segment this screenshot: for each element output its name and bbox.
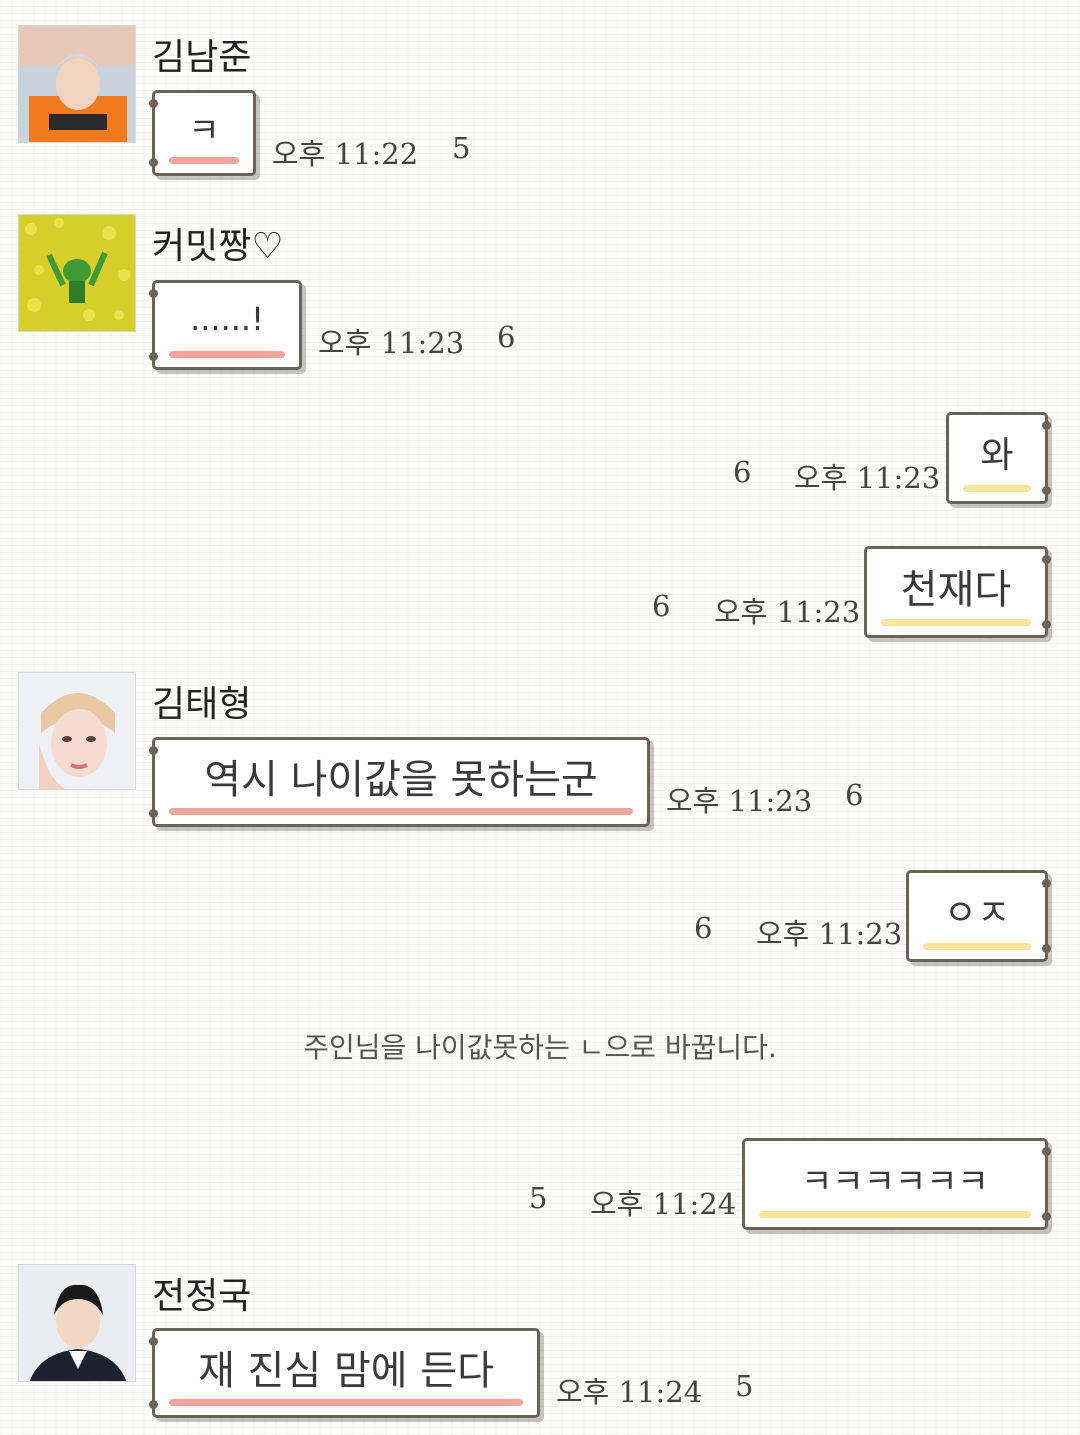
message-bubble[interactable]: 재 진심 맘에 든다: [149, 1328, 540, 1418]
message-bubble[interactable]: ㅋㅋㅋㅋㅋㅋ: [742, 1138, 1051, 1230]
message-text: ㅋ: [188, 110, 220, 151]
message-time: 오후 11:23: [756, 917, 903, 951]
message-bubble[interactable]: 천재다: [864, 546, 1051, 638]
message-bubble[interactable]: ㅋ: [149, 90, 256, 176]
avatar-kim-namjoon[interactable]: [18, 25, 136, 143]
message-time: 오후 11:24: [556, 1375, 703, 1409]
unread-count: 6: [497, 320, 516, 354]
avatar-image: [19, 1265, 135, 1381]
unread-count: 6: [845, 778, 864, 812]
message-text: 재 진심 맘에 든다: [198, 1348, 494, 1394]
message-time: 오후 11:24: [590, 1187, 737, 1221]
message-text: 역시 나이값을 못하는군: [204, 757, 598, 803]
message-text: ......!: [190, 300, 264, 338]
unread-count: 5: [529, 1181, 548, 1215]
message-time: 오후 11:23: [794, 461, 941, 495]
avatar-jeon-jungkook[interactable]: [18, 1264, 136, 1382]
message-time: 오후 11:22: [272, 137, 419, 171]
message-text: ㅇㅈ: [943, 893, 1011, 934]
sender-name: 커밋짱♡: [152, 226, 284, 267]
message-time: 오후 11:23: [666, 784, 813, 818]
sender-name: 김태형: [152, 684, 252, 725]
unread-count: 5: [735, 1369, 754, 1403]
message-bubble[interactable]: 와: [946, 412, 1051, 504]
avatar-image: [19, 215, 135, 331]
avatar-kermit[interactable]: [18, 214, 136, 332]
avatar-image: [19, 673, 135, 789]
message-time: 오후 11:23: [318, 326, 465, 360]
message-text: ㅋㅋㅋㅋㅋㅋ: [801, 1161, 989, 1202]
unread-count: 5: [452, 131, 471, 165]
unread-count: 6: [652, 589, 671, 623]
message-text: 와: [980, 435, 1014, 476]
sender-name: 김남준: [152, 37, 252, 78]
message-time: 오후 11:23: [714, 595, 861, 629]
sender-name: 전정국: [152, 1276, 252, 1317]
unread-count: 6: [733, 455, 752, 489]
avatar-image: [19, 26, 135, 142]
message-bubble[interactable]: ......!: [149, 280, 302, 370]
system-notice: 주인님을 나이값못하는 ㄴ으로 바꿉니다.: [303, 1031, 777, 1064]
unread-count: 6: [694, 911, 713, 945]
message-text: 천재다: [900, 567, 1012, 613]
avatar-kim-taehyung[interactable]: [18, 672, 136, 790]
message-bubble[interactable]: ㅇㅈ: [906, 870, 1051, 962]
message-bubble[interactable]: 역시 나이값을 못하는군: [149, 737, 650, 827]
